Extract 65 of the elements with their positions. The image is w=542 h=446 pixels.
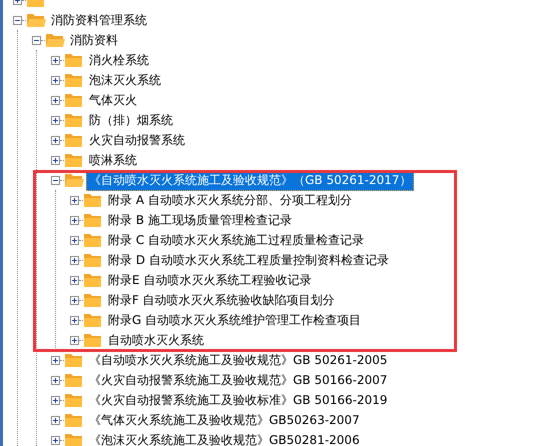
folder-icon bbox=[64, 92, 84, 108]
expand-icon[interactable] bbox=[51, 156, 60, 164]
tree-item[interactable]: 《自动喷水灭火系统施工及验收规范》GB 50261-2005 bbox=[86, 350, 390, 370]
expand-icon[interactable] bbox=[70, 236, 79, 244]
tree-item[interactable]: 附录 C 自动喷水灭火系统施工过程质量检查记录 bbox=[105, 230, 368, 250]
folder-icon bbox=[64, 72, 84, 88]
expand-icon[interactable] bbox=[51, 56, 60, 64]
expand-icon[interactable] bbox=[70, 336, 79, 344]
collapse-icon[interactable] bbox=[51, 176, 60, 184]
expand-icon[interactable] bbox=[51, 136, 60, 144]
tree-item[interactable]: 防（排）烟系统 bbox=[86, 110, 176, 130]
tree-item[interactable]: 《火灾自动报警系统施工及验收标准》GB 50166-2019 bbox=[86, 390, 390, 410]
expand-icon[interactable] bbox=[51, 76, 60, 84]
folder-icon bbox=[83, 312, 103, 328]
tree-item[interactable]: 泡沫灭火系统 bbox=[86, 70, 164, 90]
folder-icon bbox=[64, 132, 84, 148]
folder-icon bbox=[83, 192, 103, 208]
folder-icon bbox=[83, 292, 103, 308]
tree-item[interactable]: 附录 D 自动喷水灭火系统工程质量控制资料检查记录 bbox=[105, 250, 392, 270]
tree-item[interactable]: 附录G 自动喷水灭火系统维护管理工作检查项目 bbox=[105, 310, 364, 330]
expand-icon[interactable] bbox=[70, 296, 79, 304]
folder-icon bbox=[64, 432, 84, 446]
expand-icon[interactable] bbox=[70, 256, 79, 264]
folder-icon bbox=[83, 212, 103, 228]
folder-icon bbox=[45, 32, 65, 48]
expand-icon[interactable] bbox=[51, 376, 60, 384]
collapse-icon[interactable] bbox=[32, 36, 41, 44]
expand-icon[interactable] bbox=[51, 116, 60, 124]
collapse-icon[interactable] bbox=[13, 16, 22, 24]
expand-icon[interactable] bbox=[70, 196, 79, 204]
expand-icon[interactable] bbox=[70, 316, 79, 324]
tree-item[interactable]: 附录E 自动喷水灭火系统工程验收记录 bbox=[105, 270, 314, 290]
folder-icon bbox=[64, 172, 84, 188]
folder-icon bbox=[64, 52, 84, 68]
expand-icon[interactable] bbox=[70, 216, 79, 224]
tree-item[interactable]: 气体灭火 bbox=[86, 90, 140, 110]
tree-item[interactable]: 消防资料 bbox=[67, 30, 121, 50]
tree-item[interactable]: 《火灾自动报警系统施工及验收规范》GB 50166-2007 bbox=[86, 370, 390, 390]
folder-icon bbox=[83, 232, 103, 248]
folder-icon bbox=[64, 412, 84, 428]
expand-icon[interactable] bbox=[51, 96, 60, 104]
tree-item[interactable]: 《泡沫灭火系统施工及验收规范》GB50281-2006 bbox=[86, 430, 363, 446]
expand-icon[interactable] bbox=[51, 436, 60, 444]
folder-icon bbox=[83, 252, 103, 268]
tree-item[interactable]: 火灾自动报警系统 bbox=[86, 130, 188, 150]
folder-icon bbox=[26, 12, 46, 28]
expand-icon[interactable] bbox=[51, 356, 60, 364]
tree-item[interactable]: 消火栓系统 bbox=[86, 50, 152, 70]
tree-item[interactable]: 《气体灭火系统施工及验收规范》GB50263-2007 bbox=[86, 410, 363, 430]
tree-item[interactable]: 自动喷水灭火系统 bbox=[105, 330, 207, 350]
folder-icon bbox=[64, 112, 84, 128]
tree-item[interactable]: 消防资料管理系统 bbox=[48, 10, 150, 30]
folder-icon bbox=[83, 272, 103, 288]
folder-icon bbox=[64, 392, 84, 408]
folder-icon bbox=[64, 152, 84, 168]
folder-icon bbox=[83, 332, 103, 348]
tree-item[interactable]: 附录 B 施工现场质量管理检查记录 bbox=[105, 210, 295, 230]
expand-icon[interactable] bbox=[51, 396, 60, 404]
folder-icon bbox=[64, 372, 84, 388]
expand-icon[interactable] bbox=[51, 416, 60, 424]
expand-icon[interactable] bbox=[70, 276, 79, 284]
folder-icon bbox=[64, 352, 84, 368]
tree-item[interactable]: 附录F 自动喷水灭火系统验收缺陷项目划分 bbox=[105, 290, 338, 310]
tree-item[interactable]: 喷淋系统 bbox=[86, 150, 140, 170]
tree-item[interactable]: 附录 A 自动喷水灭火系统分部、分项工程划分 bbox=[105, 190, 355, 210]
